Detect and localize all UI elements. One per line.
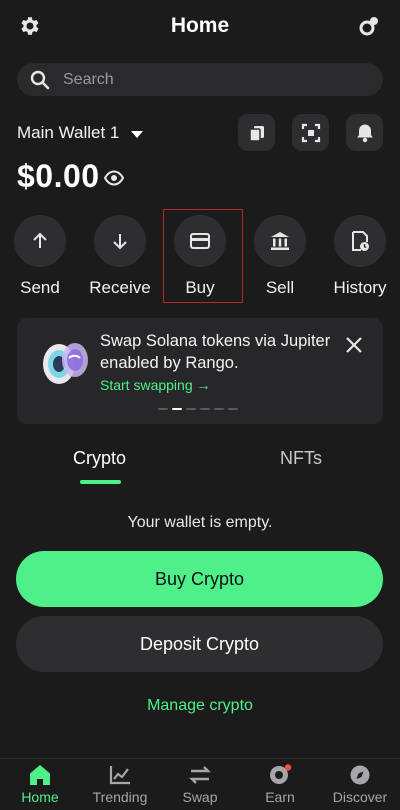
eye-icon[interactable] <box>103 170 125 186</box>
trending-icon <box>109 766 130 785</box>
start-swapping-link[interactable]: Start swapping → <box>100 377 211 393</box>
nav-label: Swap <box>182 789 218 805</box>
receive-action[interactable]: Receive <box>85 215 155 305</box>
carousel-pagination <box>158 408 238 410</box>
copy-icon <box>248 125 264 142</box>
wallet-name: Main Wallet 1 <box>17 123 120 142</box>
swap-promo-illustration <box>37 332 97 392</box>
carousel-dot <box>186 408 196 410</box>
history-label: History <box>333 278 387 297</box>
nav-label: Discover <box>332 789 388 805</box>
compass-icon <box>350 765 370 785</box>
nav-label: Trending <box>92 789 148 805</box>
carousel-dot <box>158 408 168 410</box>
nav-home[interactable]: Home <box>0 764 80 805</box>
bell-icon <box>356 124 373 142</box>
chevron-down-icon <box>131 130 144 138</box>
wallet-balance: $0.00 <box>17 158 100 194</box>
empty-wallet-message: Your wallet is empty. <box>127 514 273 531</box>
search-icon <box>30 70 50 90</box>
nav-label: Home <box>21 789 59 805</box>
wallet-selector[interactable]: Main Wallet 1 <box>17 123 144 143</box>
deposit-crypto-button[interactable]: Deposit Crypto <box>16 616 383 672</box>
swap-icon <box>189 766 211 784</box>
carousel-dot-active <box>172 408 182 410</box>
copy-address-button[interactable] <box>238 114 275 151</box>
nav-discover[interactable]: Discover <box>320 764 400 805</box>
nav-trending[interactable]: Trending <box>80 764 160 805</box>
buy-highlight-frame <box>163 209 243 303</box>
wallet-connect-icon[interactable] <box>358 14 382 38</box>
notifications-button[interactable] <box>346 114 383 151</box>
search-placeholder: Search <box>63 71 114 88</box>
receive-label: Receive <box>89 278 151 297</box>
home-icon <box>30 765 50 785</box>
carousel-dot <box>228 408 238 410</box>
earn-icon <box>270 764 292 784</box>
sell-action[interactable]: Sell <box>245 215 315 305</box>
buy-crypto-button[interactable]: Buy Crypto <box>16 551 383 607</box>
manage-crypto-link[interactable]: Manage crypto <box>0 697 400 715</box>
search-bar[interactable]: Search <box>17 63 383 96</box>
carousel-dot <box>200 408 210 410</box>
nav-earn[interactable]: Earn <box>240 764 320 805</box>
history-icon <box>334 215 386 267</box>
send-label: Send <box>20 278 60 297</box>
bank-icon <box>254 215 306 267</box>
carousel-dot <box>214 408 224 410</box>
arrow-down-icon <box>94 215 146 267</box>
promo-text: Swap Solana tokens via Jupiter enabled b… <box>100 332 331 372</box>
promo-banner[interactable]: Swap Solana tokens via Jupiter enabled b… <box>17 318 383 424</box>
close-icon[interactable] <box>345 336 363 354</box>
history-action[interactable]: History <box>325 215 395 305</box>
nav-label: Earn <box>265 789 295 805</box>
tab-nfts[interactable]: NFTs <box>280 448 322 469</box>
nav-swap[interactable]: Swap <box>160 764 240 805</box>
sell-label: Sell <box>265 278 295 297</box>
active-tab-indicator <box>80 480 121 484</box>
tab-crypto[interactable]: Crypto <box>73 448 126 469</box>
scan-qr-button[interactable] <box>292 114 329 151</box>
send-action[interactable]: Send <box>5 215 75 305</box>
scan-icon <box>301 123 320 142</box>
arrow-up-icon <box>14 215 66 267</box>
page-title: Home <box>170 14 230 37</box>
